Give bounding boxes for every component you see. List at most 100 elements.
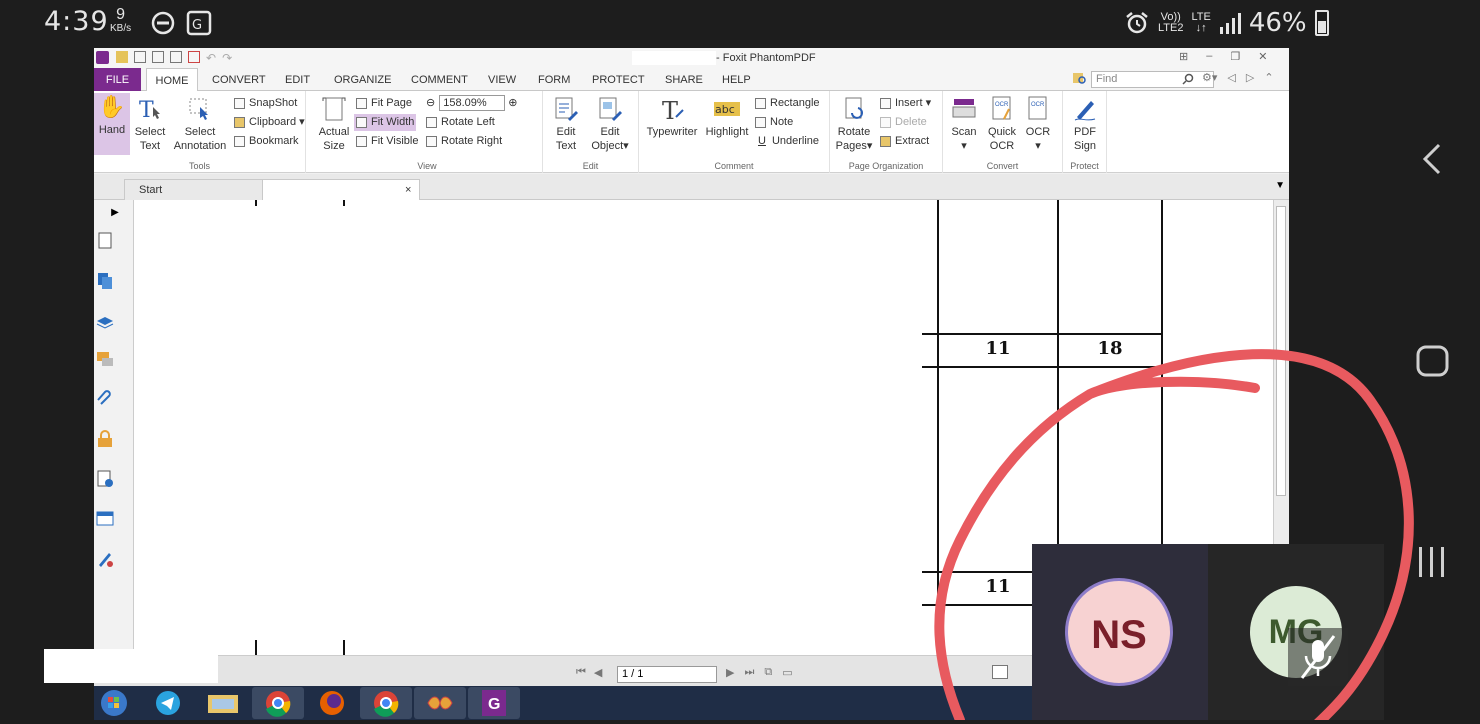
select-text-button[interactable]: T Select Text — [132, 95, 168, 153]
pages-icon[interactable] — [96, 232, 114, 250]
layers-copy-icon[interactable] — [96, 272, 114, 290]
zoom-in-icon[interactable]: ⊕ — [508, 97, 517, 109]
delete-button[interactable]: Delete — [880, 114, 927, 131]
tab-edit[interactable]: EDIT — [285, 68, 310, 91]
copy-page-icon[interactable]: ⧉ — [764, 666, 772, 679]
zoom-out-icon[interactable]: ⊖ — [426, 97, 435, 109]
close-tab-icon[interactable]: × — [405, 180, 411, 201]
tab-view[interactable]: VIEW — [488, 68, 516, 91]
back-icon[interactable] — [1420, 142, 1444, 176]
attachments-icon[interactable] — [96, 390, 114, 408]
tab-protect[interactable]: PROTECT — [592, 68, 645, 91]
single-page-view-icon[interactable] — [992, 665, 1008, 679]
highlight-button[interactable]: abc Highlight — [703, 95, 751, 139]
fit-page-button[interactable]: Fit Page — [356, 95, 412, 112]
zoom-select[interactable]: 158.09% — [439, 95, 506, 112]
extract-button[interactable]: Extract — [880, 133, 929, 150]
app-icon[interactable] — [414, 687, 466, 719]
snapshot-button[interactable]: SnapShot — [234, 95, 297, 112]
close-button[interactable]: ✕ — [1258, 50, 1267, 63]
tab-file[interactable]: FILE — [94, 68, 141, 91]
rotate-right-button[interactable]: Rotate Right — [426, 133, 502, 150]
tab-convert[interactable]: CONVERT — [212, 68, 266, 91]
rotate-left-button[interactable]: Rotate Left — [426, 114, 495, 131]
home-icon[interactable] — [1416, 345, 1450, 377]
security-lock-icon[interactable] — [96, 430, 114, 448]
foxit-pdf-icon[interactable]: G — [468, 687, 520, 719]
window-icon[interactable]: ▭ — [782, 666, 792, 679]
insert-button[interactable]: Insert ▾ — [880, 95, 931, 112]
scan-button[interactable]: Scan ▾ — [949, 95, 979, 153]
settings-icon[interactable]: ⚙▾ — [1202, 71, 1217, 84]
print-icon[interactable] — [152, 51, 164, 63]
scrollbar-thumb[interactable] — [1276, 206, 1286, 496]
file-explorer-icon[interactable] — [204, 687, 256, 719]
content-icon[interactable] — [96, 470, 114, 488]
hand-tool-button[interactable]: ✋ Hand — [94, 93, 130, 155]
prev-page-icon[interactable]: ◀ — [594, 666, 602, 679]
collapse-ribbon-icon[interactable]: ⌃ — [1264, 71, 1273, 84]
save-icon[interactable] — [134, 51, 146, 63]
edit-text-button[interactable]: Edit Text — [549, 95, 583, 153]
chrome-icon-2[interactable] — [360, 687, 412, 719]
start-button[interactable] — [94, 687, 146, 719]
svg-text:G: G — [192, 18, 202, 33]
fit-visible-button[interactable]: Fit Visible — [356, 133, 418, 150]
participant-tile-mg[interactable]: MG — [1208, 544, 1384, 720]
find-input[interactable]: Find — [1091, 71, 1214, 88]
tab-start[interactable]: Start — [124, 179, 264, 200]
firefox-icon[interactable] — [306, 687, 358, 719]
last-page-icon[interactable]: ⏭ — [744, 666, 754, 679]
zoom-control[interactable]: ⊖ 158.09% ⊕ — [426, 95, 517, 112]
tab-help[interactable]: HELP — [722, 68, 751, 91]
tab-home[interactable]: HOME — [146, 68, 198, 92]
tabs-dropdown-icon[interactable]: ▼ — [1275, 180, 1285, 191]
camera-icon — [234, 97, 245, 109]
find-tools-icon[interactable] — [1072, 72, 1088, 86]
open-icon[interactable] — [116, 51, 128, 63]
next-icon[interactable]: ▷ — [1246, 71, 1254, 84]
properties-icon[interactable] — [170, 51, 182, 63]
participant-tile-ns[interactable]: NS — [1032, 544, 1208, 720]
fit-width-button[interactable]: Fit Width — [354, 114, 417, 131]
layout-icon[interactable]: ⊞ — [1179, 50, 1188, 63]
recents-icon[interactable] — [1416, 546, 1448, 578]
tab-comment[interactable]: COMMENT — [411, 68, 468, 91]
tab-share[interactable]: SHARE — [665, 68, 703, 91]
telegram-icon[interactable] — [150, 687, 202, 719]
prev-icon[interactable]: ◁ — [1227, 71, 1235, 84]
note-button[interactable]: Note — [755, 114, 793, 131]
redo-icon[interactable]: ↷ — [222, 51, 232, 65]
page-number-input[interactable]: 1 / 1 — [617, 666, 717, 683]
tab-document[interactable]: × — [262, 179, 420, 200]
minimize-button[interactable]: – — [1206, 50, 1212, 63]
select-annotation-button[interactable]: Select Annotation — [172, 95, 228, 153]
new-icon[interactable] — [188, 51, 200, 63]
expand-panel-icon[interactable]: ▶ — [106, 204, 124, 222]
typewriter-button[interactable]: T Typewriter — [643, 95, 701, 139]
underline-button[interactable]: U Underline — [755, 133, 819, 150]
next-page-icon[interactable]: ▶ — [726, 666, 734, 679]
ocr-button[interactable]: OCR OCR ▾ — [1023, 95, 1053, 153]
bookmark-button[interactable]: Bookmark — [234, 133, 299, 150]
comments-icon[interactable] — [96, 350, 114, 368]
quick-ocr-button[interactable]: OCR Quick OCR — [985, 95, 1019, 153]
signal-icon — [1219, 13, 1241, 34]
restore-button[interactable]: ❐ — [1230, 50, 1240, 63]
actual-size-button[interactable]: Actual Size — [316, 95, 352, 153]
undo-icon[interactable]: ↶ — [206, 51, 216, 65]
rectangle-button[interactable]: Rectangle — [755, 95, 820, 112]
pdf-sign-button[interactable]: PDF Sign — [1067, 95, 1103, 153]
chrome-icon[interactable] — [252, 687, 304, 719]
signatures-icon[interactable] — [96, 550, 114, 568]
layers-icon[interactable] — [96, 312, 114, 330]
tab-form[interactable]: FORM — [538, 68, 570, 91]
rotate-pages-button[interactable]: Rotate Pages▾ — [834, 95, 874, 153]
dnd-icon — [151, 11, 175, 35]
tab-organize[interactable]: ORGANIZE — [334, 68, 391, 91]
fields-icon[interactable] — [96, 510, 114, 528]
first-page-icon[interactable]: ⏮ — [576, 666, 586, 679]
edit-object-button[interactable]: Edit Object▾ — [589, 95, 631, 153]
search-icon[interactable] — [1182, 73, 1194, 85]
clipboard-button[interactable]: Clipboard ▾ — [234, 114, 305, 131]
